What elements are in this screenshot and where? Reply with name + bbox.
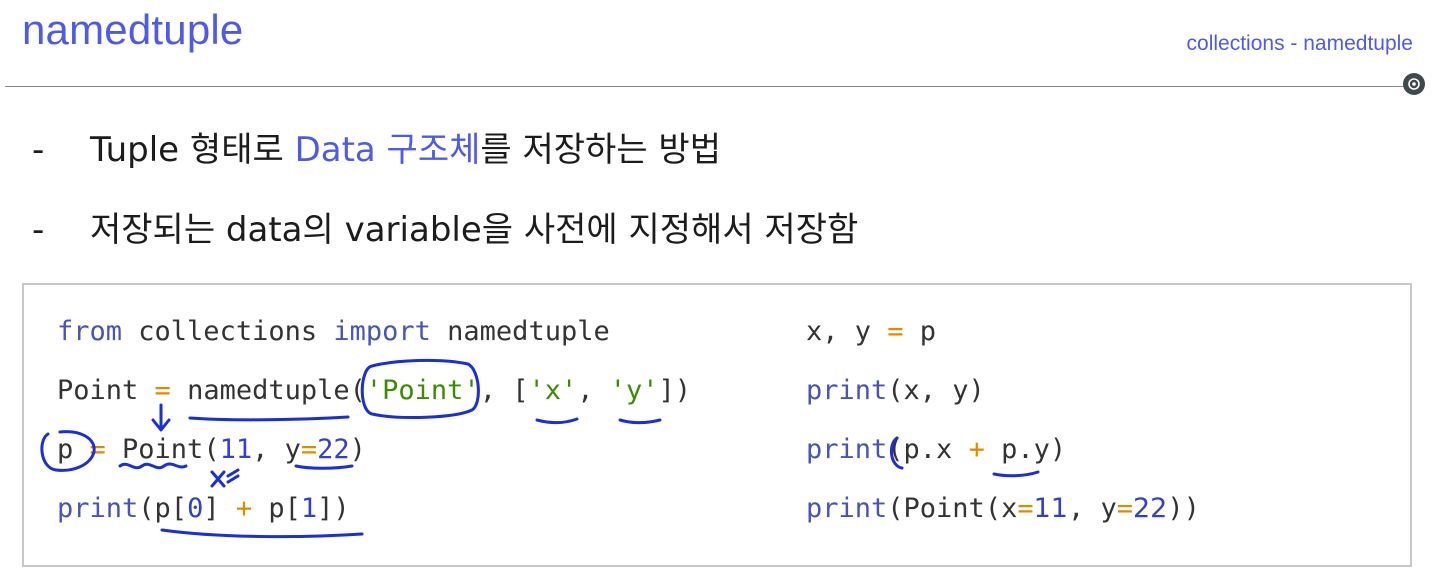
code-function: print	[806, 375, 888, 406]
bullet-highlight: Data 구조체	[294, 130, 481, 170]
code-operator: =	[89, 434, 106, 465]
code-line-unpack: x, y = p	[806, 317, 936, 347]
code-keyword-import: import	[333, 316, 431, 347]
code-line-print-xy: print(x, y)	[806, 376, 985, 406]
bullet-item-2: - 저장되는 data의 variable을 사전에 지정해서 저장함	[32, 202, 858, 251]
code-line-print-point: print(Point(x=11, y=22))	[806, 494, 1200, 524]
breadcrumb: collections - namedtuple	[1186, 32, 1413, 55]
code-text: ,	[577, 375, 610, 406]
code-line-import: from collections import namedtuple	[57, 317, 610, 347]
code-operator: +	[235, 493, 253, 524]
code-text: , y	[1067, 493, 1117, 524]
code-text: p	[57, 434, 90, 465]
code-operator: =	[887, 316, 904, 347]
code-line-create-p: p = Point(11, y=22)	[57, 435, 366, 465]
code-text: p[	[252, 493, 301, 524]
code-text: p	[903, 316, 937, 347]
code-operator: =	[1116, 493, 1133, 524]
bullet-text: 저장되는 data의 variable을 사전에 지정해서 저장함	[90, 210, 859, 250]
code-number: 11	[1033, 493, 1068, 524]
bullet-dash: -	[32, 210, 45, 250]
code-string: 'Point'	[365, 375, 480, 406]
code-operator: =	[154, 375, 171, 406]
code-text: collections	[122, 316, 334, 347]
header-divider	[5, 86, 1405, 87]
code-text: x, y	[806, 316, 888, 347]
code-text: , [	[479, 375, 529, 406]
code-function: print	[806, 493, 888, 524]
code-string: 'x'	[528, 375, 578, 406]
settings-circle-glyph	[1408, 78, 1420, 90]
code-text: ))	[1167, 493, 1200, 524]
code-text: (Point(x	[887, 493, 1018, 524]
code-text: ])	[317, 493, 350, 524]
code-operator: =	[1017, 493, 1034, 524]
code-string: 'y'	[609, 375, 659, 406]
code-text: (x, y)	[887, 375, 985, 406]
code-line-define-point: Point = namedtuple('Point', ['x', 'y'])	[57, 376, 691, 406]
code-keyword-from: from	[57, 316, 123, 347]
code-text: (p.x	[887, 434, 969, 465]
bullet-dash: -	[32, 130, 45, 170]
code-function: print	[57, 493, 139, 524]
code-text: namedtuple	[430, 316, 610, 347]
code-number: 22	[317, 434, 350, 465]
code-text: p.y)	[984, 434, 1067, 465]
bullet-item-1: - Tuple 형태로 Data 구조체를 저장하는 방법	[32, 122, 721, 171]
code-text: (p[	[138, 493, 188, 524]
code-line-print-attr: print(p.x + p.y)	[806, 435, 1066, 465]
code-text: namedtuple(	[170, 375, 366, 406]
code-text: )	[349, 434, 366, 465]
code-function: print	[806, 434, 888, 465]
code-text: ]	[203, 493, 236, 524]
slide-title: namedtuple	[22, 6, 244, 53]
code-operator: =	[300, 434, 318, 465]
code-operator: +	[968, 434, 985, 465]
code-number: 11	[219, 434, 253, 465]
code-text: Point	[57, 375, 155, 406]
code-line-print-index: print(p[0] + p[1])	[57, 494, 350, 524]
code-number: 22	[1133, 493, 1168, 524]
settings-circle-icon[interactable]	[1403, 73, 1425, 95]
bullet-text-after: 를 저장하는 방법	[480, 130, 721, 170]
bullet-text-before: Tuple 형태로	[90, 130, 295, 170]
code-number: 0	[187, 493, 204, 524]
code-text: , y	[252, 434, 301, 465]
code-number: 1	[300, 493, 318, 524]
code-text: Point(	[105, 434, 220, 465]
code-text: ])	[658, 375, 692, 406]
